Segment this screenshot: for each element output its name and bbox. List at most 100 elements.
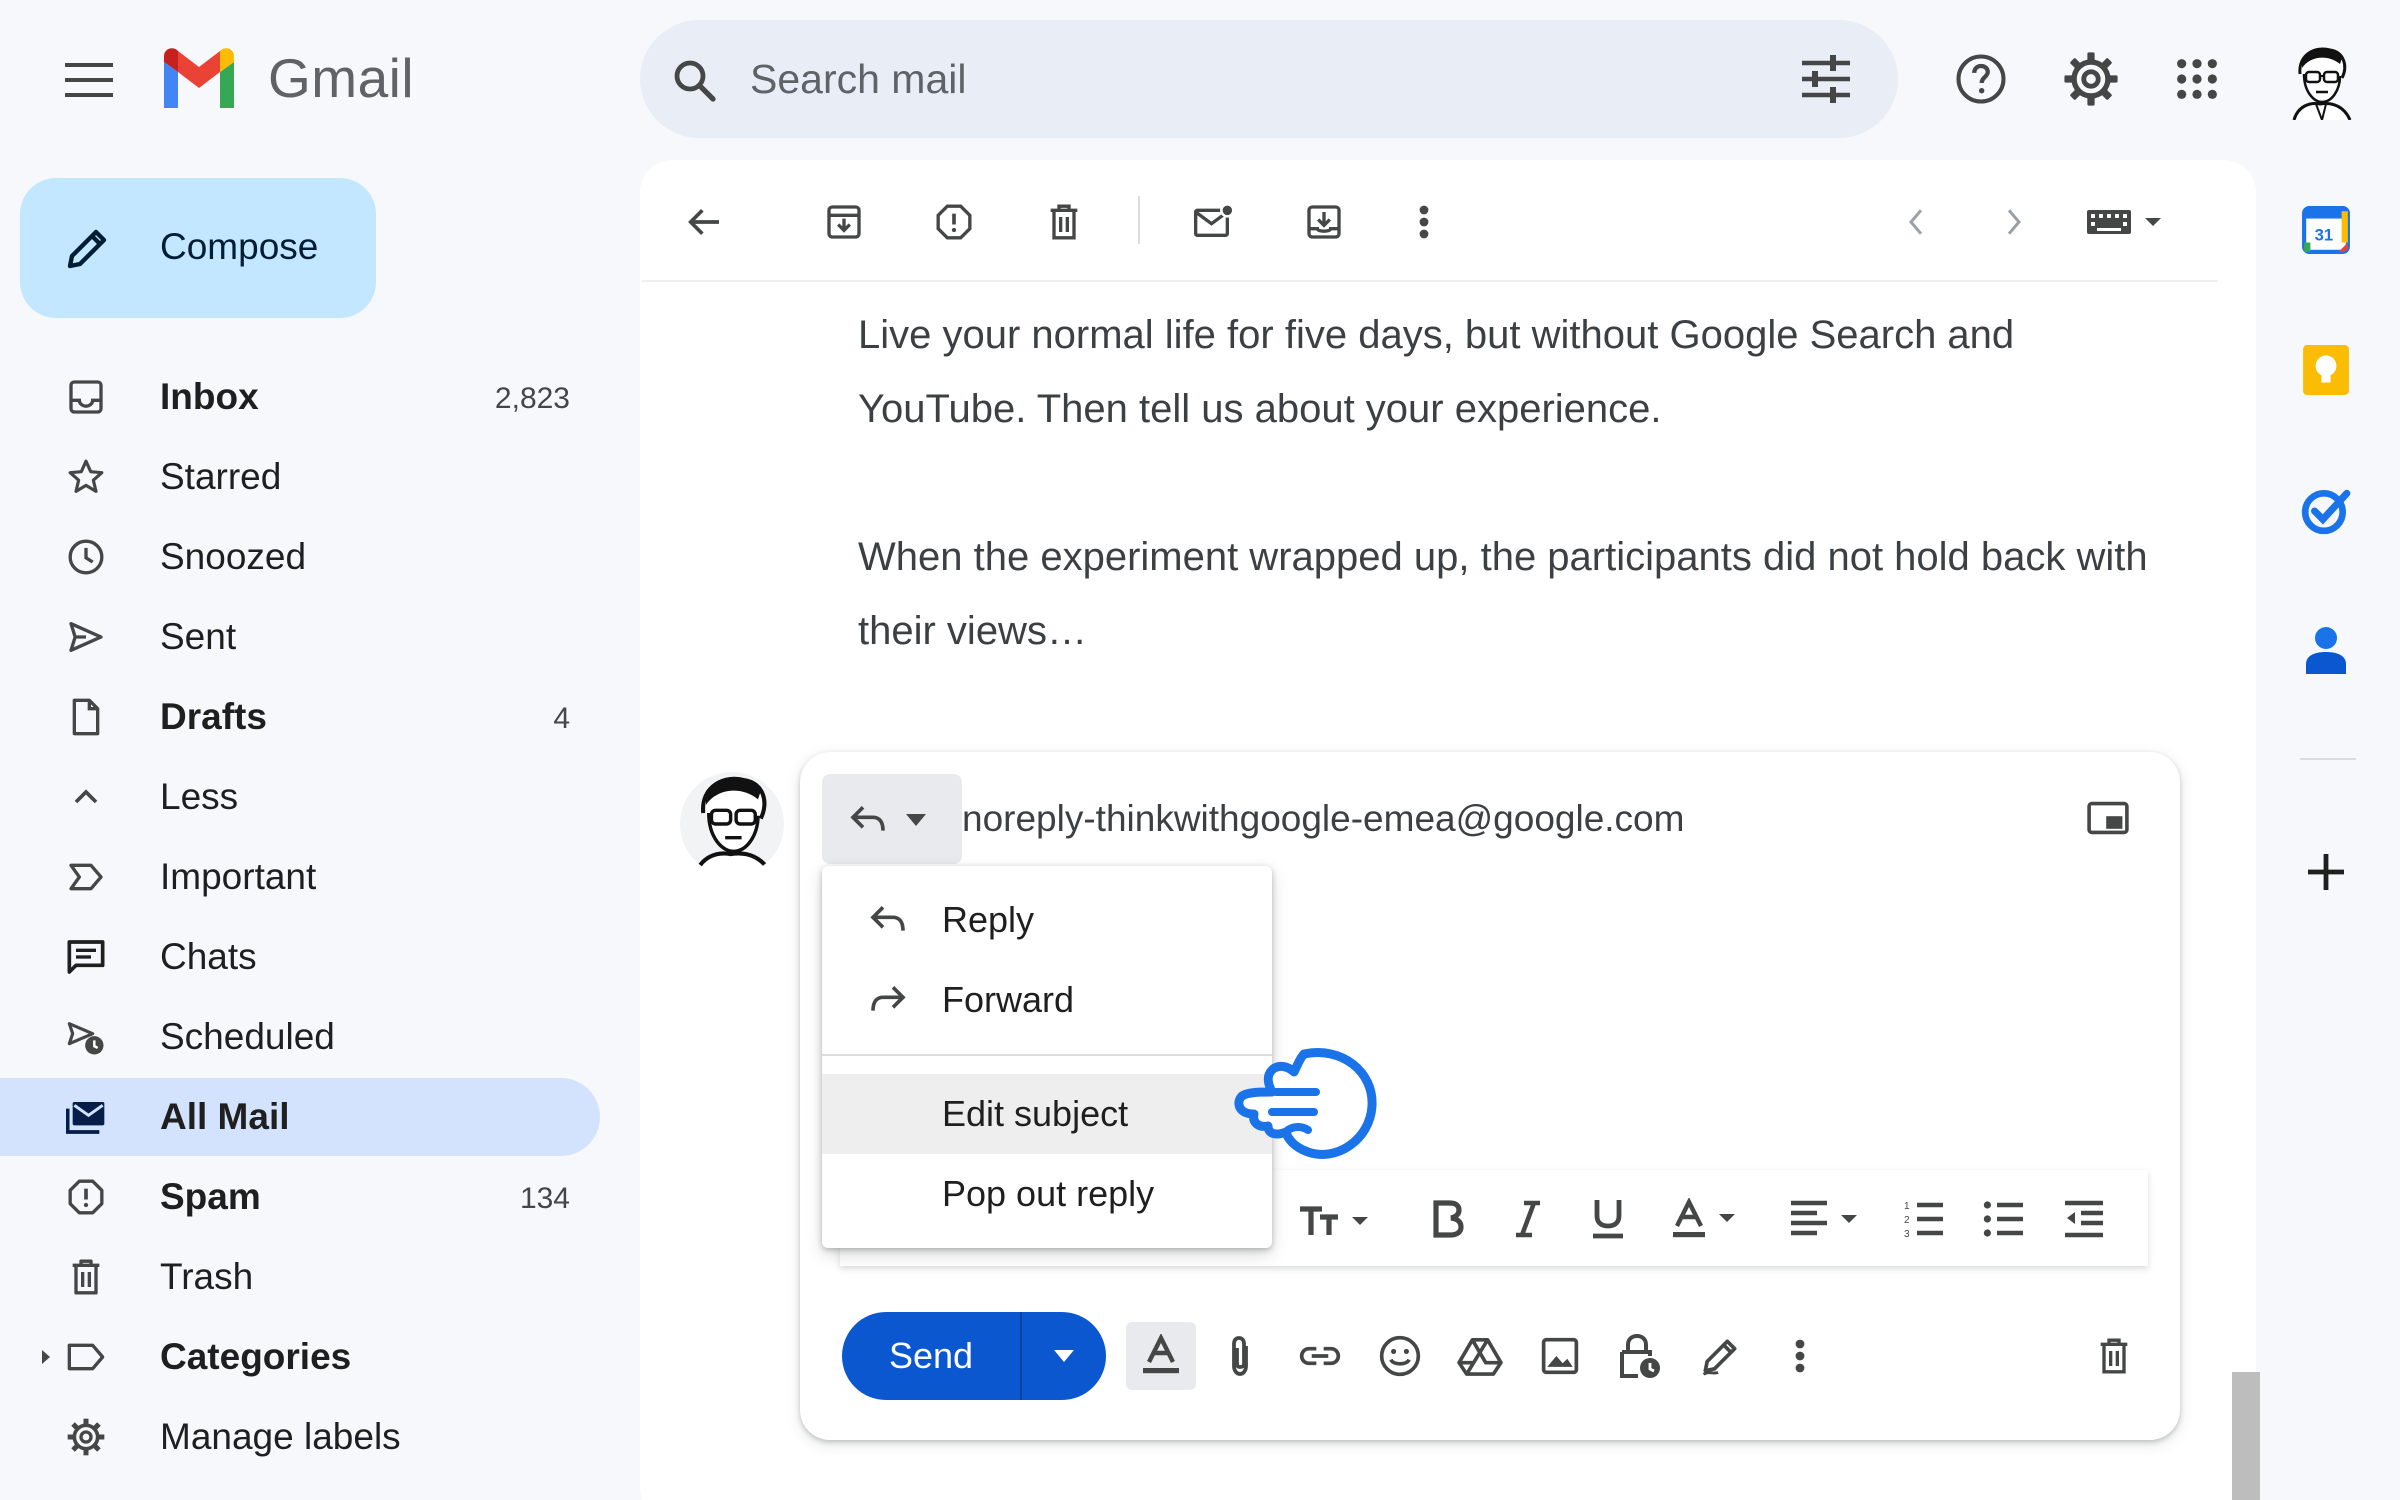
chevron-right-icon [2007, 209, 2021, 235]
text-color-button[interactable] [1668, 1190, 1750, 1248]
sidebar-item-scheduled[interactable]: Scheduled [0, 998, 600, 1076]
search-icon[interactable] [670, 56, 718, 104]
sidebar-item-categories[interactable]: Categories [0, 1318, 600, 1396]
chat-icon [67, 940, 105, 974]
gear-icon [67, 1418, 105, 1456]
emoji-icon [1379, 1335, 1421, 1377]
archive-button[interactable] [814, 192, 874, 252]
sidebar-item-trash[interactable]: Trash [0, 1238, 600, 1316]
menu-item-edit-subject[interactable]: Edit subject [822, 1074, 1272, 1154]
sidebar-item-label: Less [160, 776, 239, 817]
insert-emoji-button[interactable] [1368, 1322, 1432, 1390]
calendar-app-button[interactable]: 31 [2294, 198, 2358, 262]
caret-down-icon [906, 814, 926, 826]
back-button[interactable] [674, 192, 734, 252]
trash-icon [72, 1259, 100, 1295]
reply-type-dropdown[interactable] [822, 774, 962, 864]
menu-item-pop-out-reply[interactable]: Pop out reply [822, 1154, 1272, 1234]
svg-text:1: 1 [1904, 1201, 1910, 1212]
italic-button[interactable] [1500, 1190, 1556, 1248]
sidebar-item-important[interactable]: Important [0, 838, 600, 916]
menu-item-label: Pop out reply [942, 1173, 1155, 1214]
bulleted-list-button[interactable] [1976, 1190, 2032, 1248]
move-to-button[interactable] [1294, 192, 1354, 252]
discard-draft-button[interactable] [2082, 1322, 2146, 1390]
svg-text:3: 3 [1904, 1229, 1910, 1239]
get-addons-button[interactable] [2294, 840, 2358, 904]
mark-unread-icon [1194, 203, 1235, 237]
sidebar-item-drafts[interactable]: Drafts 4 [0, 678, 600, 756]
gmail-logo[interactable] [158, 46, 240, 110]
insert-photo-button[interactable] [1528, 1322, 1592, 1390]
formatting-options-button[interactable] [1126, 1322, 1196, 1390]
sidebar-item-starred[interactable]: Starred [0, 438, 600, 516]
align-button[interactable] [1786, 1190, 1868, 1248]
sidebar-item-inbox[interactable]: Inbox 2,823 [0, 358, 600, 436]
google-apps-button[interactable] [2164, 46, 2230, 112]
confidential-mode-button[interactable] [1608, 1322, 1672, 1390]
delete-button[interactable] [1034, 192, 1094, 252]
account-avatar[interactable] [2286, 44, 2356, 120]
bold-button[interactable] [1420, 1190, 1476, 1248]
scrollbar-thumb[interactable] [2232, 1372, 2260, 1500]
sidebar-item-label: Starred [160, 456, 282, 497]
gmail-logo-icon [164, 48, 234, 108]
bold-icon [1433, 1200, 1464, 1238]
sidebar-item-label: Snoozed [160, 536, 307, 577]
more-options-button[interactable] [1768, 1322, 1832, 1390]
user-sketch-avatar-icon [2292, 47, 2352, 120]
underline-icon [1593, 1200, 1623, 1239]
newer-button[interactable] [1886, 192, 1946, 252]
indent-less-button[interactable] [2056, 1190, 2112, 1248]
sidebar-item-less[interactable]: Less [0, 758, 600, 836]
lock-clock-icon [1620, 1333, 1660, 1378]
sidebar-item-manage-labels[interactable]: Manage labels [0, 1398, 600, 1476]
caret-right-icon[interactable] [40, 1348, 52, 1366]
reply-type-menu: Reply Forward Edit subject Pop out reply [822, 866, 1272, 1248]
help-button[interactable] [1948, 46, 2014, 112]
numbered-list-button[interactable]: 1 2 3 [1896, 1190, 1952, 1248]
compose-button[interactable]: Compose [20, 178, 376, 318]
attach-files-button[interactable] [1208, 1322, 1272, 1390]
sidebar-item-sent[interactable]: Sent [0, 598, 600, 676]
sidebar-item-all-mail[interactable]: All Mail [0, 1078, 600, 1156]
report-spam-button[interactable] [924, 192, 984, 252]
sidebar-item-snoozed[interactable]: Snoozed [0, 518, 600, 596]
compose-label: Compose [160, 226, 319, 267]
pop-out-button[interactable] [2086, 800, 2134, 844]
unread-count: 2,823 [494, 382, 570, 415]
sidebar-item-chats[interactable]: Chats [0, 918, 600, 996]
sidebar-item-label: Categories [160, 1336, 352, 1377]
search-input[interactable] [750, 50, 1650, 108]
insert-drive-button[interactable] [1448, 1322, 1512, 1390]
inbox-icon [69, 380, 103, 414]
send-button[interactable]: Send [842, 1312, 1020, 1400]
main-menu-button[interactable] [58, 52, 120, 108]
draft-icon [72, 698, 100, 736]
arrow-back-icon [688, 209, 719, 235]
menu-item-forward[interactable]: Forward [822, 960, 1272, 1040]
all-mail-icon [66, 1102, 105, 1134]
search-bar[interactable] [640, 20, 1898, 138]
insert-signature-button[interactable] [1688, 1322, 1752, 1390]
more-actions-button[interactable] [1394, 192, 1454, 252]
insert-link-button[interactable] [1288, 1322, 1352, 1390]
hamburger-icon [65, 63, 113, 97]
mark-unread-button[interactable] [1184, 192, 1244, 252]
keep-app-button[interactable] [2294, 338, 2358, 402]
input-tools-button[interactable] [2082, 192, 2172, 252]
font-size-button[interactable] [1296, 1190, 1384, 1248]
formatting-options-icon [1143, 1334, 1179, 1374]
recipient-address[interactable]: noreply-thinkwithgoogle-emea@google.com [962, 796, 1684, 842]
pencil-icon [67, 229, 107, 269]
sidebar-item-spam[interactable]: Spam 134 [0, 1158, 600, 1236]
underline-button[interactable] [1580, 1190, 1636, 1248]
more-send-options-button[interactable] [1022, 1312, 1106, 1400]
search-options-icon[interactable] [1800, 54, 1852, 104]
settings-button[interactable] [2058, 46, 2124, 112]
older-button[interactable] [1984, 192, 2044, 252]
tasks-app-button[interactable] [2294, 478, 2358, 542]
contacts-app-button[interactable] [2294, 618, 2358, 682]
pen-signature-icon [1702, 1339, 1737, 1376]
menu-item-reply[interactable]: Reply [822, 880, 1272, 960]
